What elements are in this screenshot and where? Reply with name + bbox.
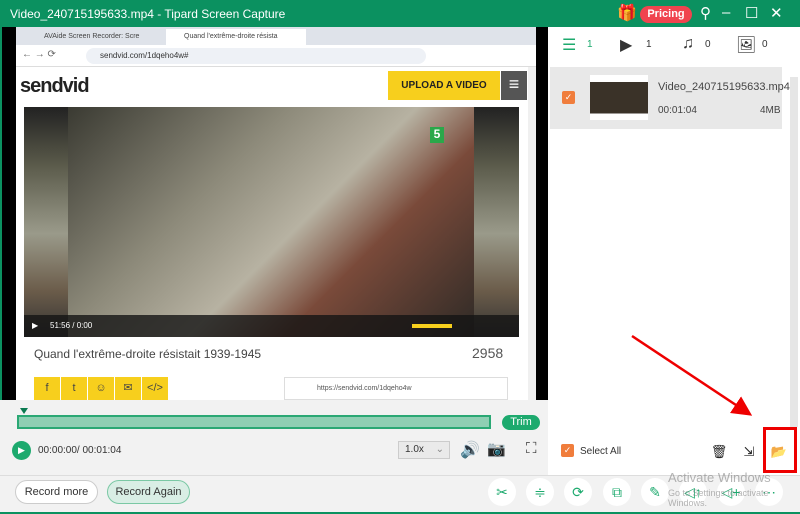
annotation-arrow [631, 334, 753, 416]
compress-icon[interactable]: ≑ [526, 478, 554, 506]
scissors-icon[interactable]: ✂ [488, 478, 516, 506]
record-more-button[interactable]: Record more [15, 480, 98, 504]
edit-icon[interactable]: ✎ [641, 478, 669, 506]
record-again-button[interactable]: Record Again [107, 480, 190, 504]
merge-icon[interactable]: ⧉ [603, 478, 631, 506]
activation-watermark: Activate Windows [668, 470, 771, 485]
activation-watermark-sub: Go to Settings to activate Windows. [668, 488, 769, 508]
convert-icon[interactable]: ⟳ [564, 478, 592, 506]
